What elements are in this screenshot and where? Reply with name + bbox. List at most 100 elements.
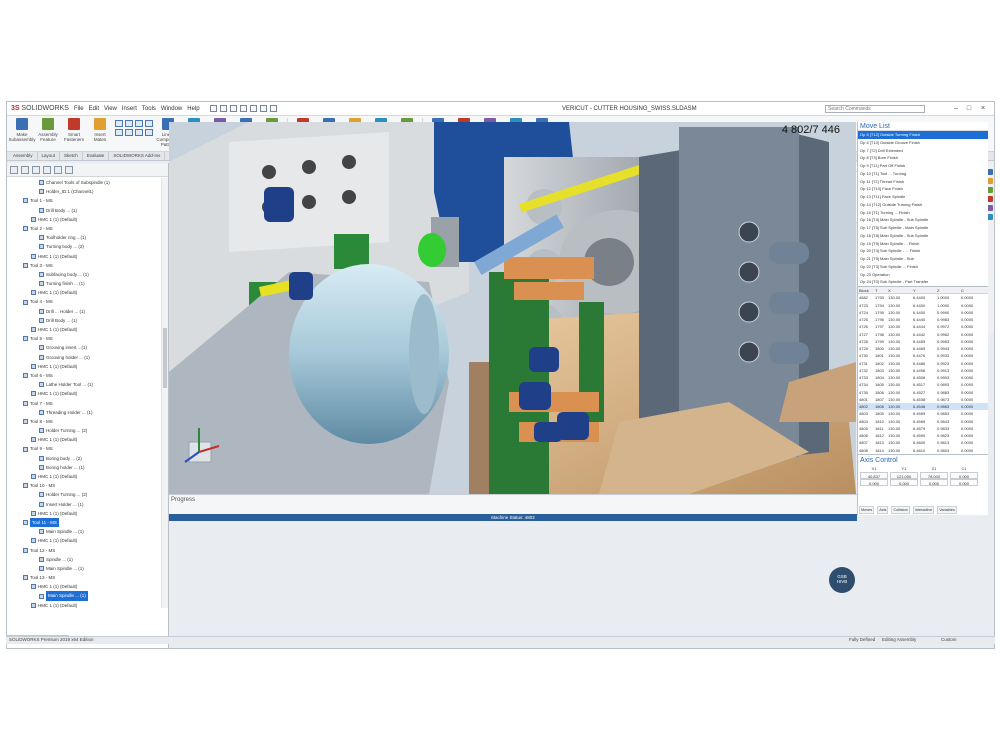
axis-delta-input[interactable]: 0.000 bbox=[950, 479, 978, 486]
tree-item[interactable]: Subfacing body ... (1) bbox=[7, 270, 161, 279]
move-row[interactable]: 4729 1800 130.00 6.4465 0.9943 0.0000 bbox=[858, 345, 988, 352]
tree-item[interactable]: Tool 8 - MS bbox=[7, 417, 161, 426]
move-row[interactable]: 4730 1801 130.00 6.4476 0.9933 0.0000 bbox=[858, 352, 988, 359]
menu-item-edit[interactable]: Edit bbox=[89, 106, 99, 112]
tab-1[interactable]: Layout bbox=[38, 152, 61, 160]
operation-item[interactable]: Op 8 [T3] Bore Finish bbox=[858, 154, 988, 162]
axis-tab[interactable]: Collision bbox=[891, 506, 910, 514]
print-icon[interactable] bbox=[239, 105, 247, 112]
operation-item[interactable]: Op 17 [T5] Sub Spindle - Main Spindle bbox=[858, 224, 988, 232]
tree-item[interactable]: Toolholder ring ...(1) bbox=[7, 233, 161, 242]
move-row[interactable]: 4806 1812 130.00 6.4590 0.9823 0.0000 bbox=[858, 432, 988, 439]
tree-item[interactable]: HMC 1 (1) (Default) bbox=[7, 582, 161, 591]
menu-item-help[interactable]: Help bbox=[187, 106, 199, 112]
tree-item[interactable]: Channel Tools of Subspindle (1) bbox=[7, 178, 161, 187]
tree-item[interactable]: HMC 1 (1) (Default) bbox=[7, 288, 161, 297]
tree-item[interactable]: Drill Body ... (1) bbox=[7, 316, 161, 325]
tree-item[interactable]: Tool 12 - MS bbox=[7, 546, 161, 555]
move-row[interactable]: 4728 1799 130.00 6.4455 0.9953 0.0000 bbox=[858, 338, 988, 345]
ribbon-button-1[interactable]: Assembly Feature bbox=[37, 118, 59, 142]
tab-0[interactable]: Assembly bbox=[9, 152, 38, 160]
tree-item[interactable]: HMC 1 (1) (Default) bbox=[7, 536, 161, 545]
tree-item[interactable]: Holder Turning ... (2) bbox=[7, 490, 161, 499]
tree-item[interactable]: Tool 9 - MS bbox=[7, 444, 161, 453]
tree-item[interactable]: Tool 5 - MS bbox=[7, 334, 161, 343]
move-row[interactable]: 4732 1803 130.00 6.4496 0.9913 0.0000 bbox=[858, 367, 988, 374]
tool-icon[interactable] bbox=[135, 129, 143, 136]
operation-item[interactable]: Op 23 Operation bbox=[858, 271, 988, 279]
tree-item[interactable]: HMC 1 (1) (Default) bbox=[7, 215, 161, 224]
new-icon[interactable] bbox=[209, 105, 217, 112]
tree-item[interactable]: HMC 1 (1) (Default) bbox=[7, 509, 161, 518]
tree-item[interactable]: Boring body ... (2) bbox=[7, 454, 161, 463]
solidworks-logo[interactable]: 3S SOLIDWORKS bbox=[11, 105, 69, 112]
operation-item[interactable]: Op 24 [T0] Sub Spindle - Part Transfer bbox=[858, 278, 988, 286]
tool-icon[interactable] bbox=[115, 129, 123, 136]
move-row[interactable]: 4803 1809 130.00 6.4559 0.9853 0.0000 bbox=[858, 410, 988, 417]
move-row[interactable]: 4808 1814 130.00 6.4610 0.9803 0.0000 bbox=[858, 447, 988, 454]
axis-value-input[interactable]: 78.000 bbox=[920, 472, 948, 479]
tab-4[interactable]: SOLIDWORKS Add-Ins bbox=[109, 152, 166, 160]
tree-item[interactable]: Grooving holder ... (1) bbox=[7, 353, 161, 362]
move-row[interactable]: 4682 1793 130.00 6.4400 1.0000 0.0000 bbox=[858, 294, 988, 301]
operation-item[interactable]: Op 6 [T10] Outside Groove Finish bbox=[858, 139, 988, 147]
tree-item[interactable]: Tool 1 - MS bbox=[7, 196, 161, 205]
axis-delta-input[interactable]: 0.000 bbox=[860, 479, 888, 486]
move-row[interactable]: 4802 1808 130.00 6.4548 0.9863 0.0000 bbox=[858, 403, 988, 411]
move-row[interactable]: 4734 1805 130.00 6.4517 0.9893 0.0000 bbox=[858, 381, 988, 388]
axis-value-input[interactable]: 40.837 bbox=[860, 472, 888, 479]
tree-item[interactable]: HMC 1 (1) (Default) bbox=[7, 472, 161, 481]
operation-item[interactable]: Op 12 [T10] Face Finish bbox=[858, 185, 988, 193]
tree-item[interactable]: HMC 1 (1) (Default) bbox=[7, 325, 161, 334]
feature-tree-icon[interactable] bbox=[10, 165, 18, 174]
move-row[interactable]: 4807 1813 130.00 6.4600 0.9813 0.0000 bbox=[858, 439, 988, 446]
operation-item[interactable]: Op 9 [T11] Part Off Finish bbox=[858, 162, 988, 170]
menu-item-tools[interactable]: Tools bbox=[142, 106, 156, 112]
scroll-thumb[interactable] bbox=[163, 328, 167, 388]
operation-item[interactable]: Op 14 [T12] Outside Turning Finish bbox=[858, 201, 988, 209]
tree-item[interactable]: Tool 6 - MS bbox=[7, 371, 161, 380]
tree-item[interactable]: Spindle ... (1) bbox=[7, 555, 161, 564]
tool-icon[interactable] bbox=[115, 120, 123, 127]
move-row[interactable]: 4733 1804 130.00 6.4506 0.9903 0.0000 bbox=[858, 374, 988, 381]
move-row[interactable]: 4725 1796 130.00 6.4440 0.9983 0.0000 bbox=[858, 316, 988, 323]
tree-item[interactable]: HMC 1 (1) (Default) bbox=[7, 362, 161, 371]
tree-item[interactable]: Tool 7 - MS bbox=[7, 399, 161, 408]
tree-item[interactable]: Tool 4 - MS bbox=[7, 297, 161, 306]
options-icon[interactable] bbox=[269, 105, 277, 112]
tree-item[interactable]: HMC 1 (1) (Default) bbox=[7, 252, 161, 261]
tree-item[interactable]: Turning body ... (2) bbox=[7, 242, 161, 251]
tree-item[interactable]: Turning finish ... (1) bbox=[7, 279, 161, 288]
axis-tab[interactable]: Variables bbox=[937, 506, 957, 514]
operation-item[interactable]: Op 16 [T4] Main Spindle - Sub Spindle bbox=[858, 216, 988, 224]
move-row[interactable]: 4724 1795 130.00 6.4400 0.9990 0.0000 bbox=[858, 309, 988, 316]
operation-item[interactable]: Op 11 [T2] Thread Finish bbox=[858, 178, 988, 186]
tree-item[interactable]: Tool 11 - MS bbox=[7, 517, 161, 528]
tree-item[interactable]: Lathe Holder Tool ... (1) bbox=[7, 380, 161, 389]
move-row[interactable]: 4727 1798 130.00 6.4442 0.9962 0.0000 bbox=[858, 331, 988, 338]
menu-item-view[interactable]: View bbox=[104, 106, 117, 112]
operation-item[interactable]: Op 5 [T12] Outside Turning Finish bbox=[858, 131, 988, 139]
move-row[interactable]: 4805 1811 130.00 6.4579 0.9833 0.0000 bbox=[858, 425, 988, 432]
operation-item[interactable]: Op 18 [T8] Main Spindle - Sub Spindle bbox=[858, 232, 988, 240]
operation-item[interactable]: Op 13 [T11] Face Spindle bbox=[858, 193, 988, 201]
ribbon-button-2[interactable]: Smart Fasteners bbox=[63, 118, 85, 142]
operation-item[interactable]: Op 22 [T3] Sub Spindle ... Finish bbox=[858, 263, 988, 271]
vericut-icon[interactable] bbox=[65, 165, 73, 174]
tree-item[interactable]: Grooving insert ...(1) bbox=[7, 343, 161, 352]
axis-tab[interactable]: Axis bbox=[877, 506, 889, 514]
move-row[interactable]: 4801 1807 130.00 6.4538 0.9873 0.0000 bbox=[858, 396, 988, 403]
tree-item[interactable]: Tool 2 - MS bbox=[7, 224, 161, 233]
ribbon-button-0[interactable]: Make Subassembly bbox=[9, 118, 36, 142]
tool-icon[interactable] bbox=[125, 129, 133, 136]
axis-value-input[interactable]: 0.000 bbox=[950, 472, 978, 479]
search-input[interactable]: Search Commands bbox=[825, 105, 925, 113]
axis-delta-input[interactable]: 0.000 bbox=[920, 479, 948, 486]
tree-item[interactable]: Insert Holder ... (1) bbox=[7, 500, 161, 509]
display-manager-icon[interactable] bbox=[54, 165, 62, 174]
tree-item[interactable]: Holder_ID:1 (Channel1) bbox=[7, 187, 161, 196]
tree-item[interactable]: Main Spindle ... (1) bbox=[7, 591, 161, 601]
property-manager-icon[interactable] bbox=[21, 165, 29, 174]
undo-icon[interactable] bbox=[249, 105, 257, 112]
close-button[interactable]: × bbox=[979, 105, 987, 113]
